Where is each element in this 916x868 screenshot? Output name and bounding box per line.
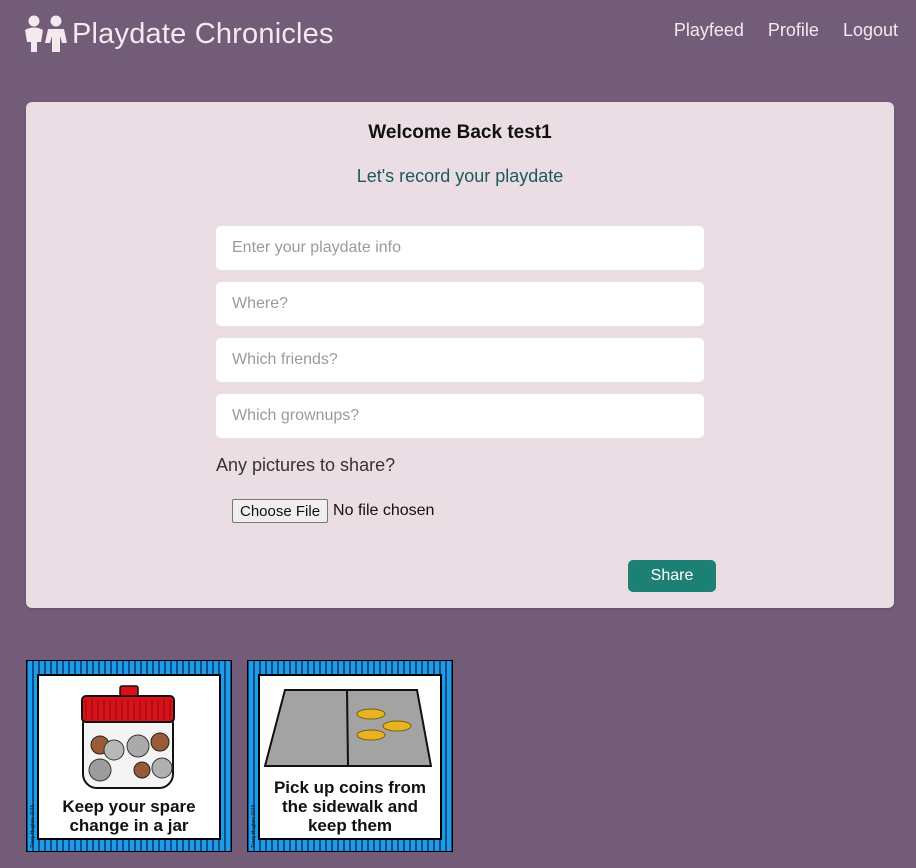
- choose-file-button[interactable]: Choose File: [232, 499, 329, 523]
- photo-card[interactable]: Keep your spare change in a jar Tracy Hu…: [26, 660, 232, 852]
- friends-input[interactable]: [216, 338, 704, 382]
- photo-caption-line: change in a jar: [69, 816, 188, 835]
- photo-card[interactable]: Pick up coins from the sidewalk and keep…: [247, 660, 453, 852]
- nav-link-logout[interactable]: Logout: [843, 20, 898, 41]
- children-icon: [25, 15, 67, 52]
- photo-credit: Tracy Hughes 2015: [251, 804, 257, 848]
- navbar: Playdate Chronicles Playfeed Profile Log…: [0, 0, 916, 68]
- brand-title: Playdate Chronicles: [72, 17, 334, 50]
- photo-caption-line: keep them: [308, 816, 392, 835]
- nav-link-playfeed[interactable]: Playfeed: [674, 20, 744, 41]
- photo-caption-line: the sidewalk and: [282, 797, 418, 816]
- grownups-input[interactable]: [216, 394, 704, 438]
- nav-link-profile[interactable]: Profile: [768, 20, 819, 41]
- nav-links: Playfeed Profile Logout: [674, 20, 898, 41]
- share-button[interactable]: Share: [628, 560, 716, 592]
- pictures-label: Any pictures to share?: [216, 455, 396, 475]
- where-input[interactable]: [216, 282, 704, 326]
- photo-caption-line: Keep your spare: [62, 797, 195, 816]
- photo-credit: Tracy Hughes 2015: [30, 804, 36, 848]
- photo-coin-jar: Keep your spare change in a jar Tracy Hu…: [26, 660, 232, 852]
- file-status: No file chosen: [333, 502, 435, 519]
- file-picker: Choose File No file chosen: [232, 499, 434, 523]
- playdate-form-card: Welcome Back test1 Let's record your pla…: [26, 102, 894, 608]
- form-subtitle: Let's record your playdate: [356, 166, 564, 186]
- welcome-heading: Welcome Back test1: [368, 122, 552, 143]
- playdate-info-input[interactable]: [216, 226, 704, 270]
- photo-sidewalk-coins: Pick up coins from the sidewalk and keep…: [247, 660, 453, 852]
- photo-caption-line: Pick up coins from: [274, 778, 426, 797]
- brand[interactable]: Playdate Chronicles: [22, 12, 334, 56]
